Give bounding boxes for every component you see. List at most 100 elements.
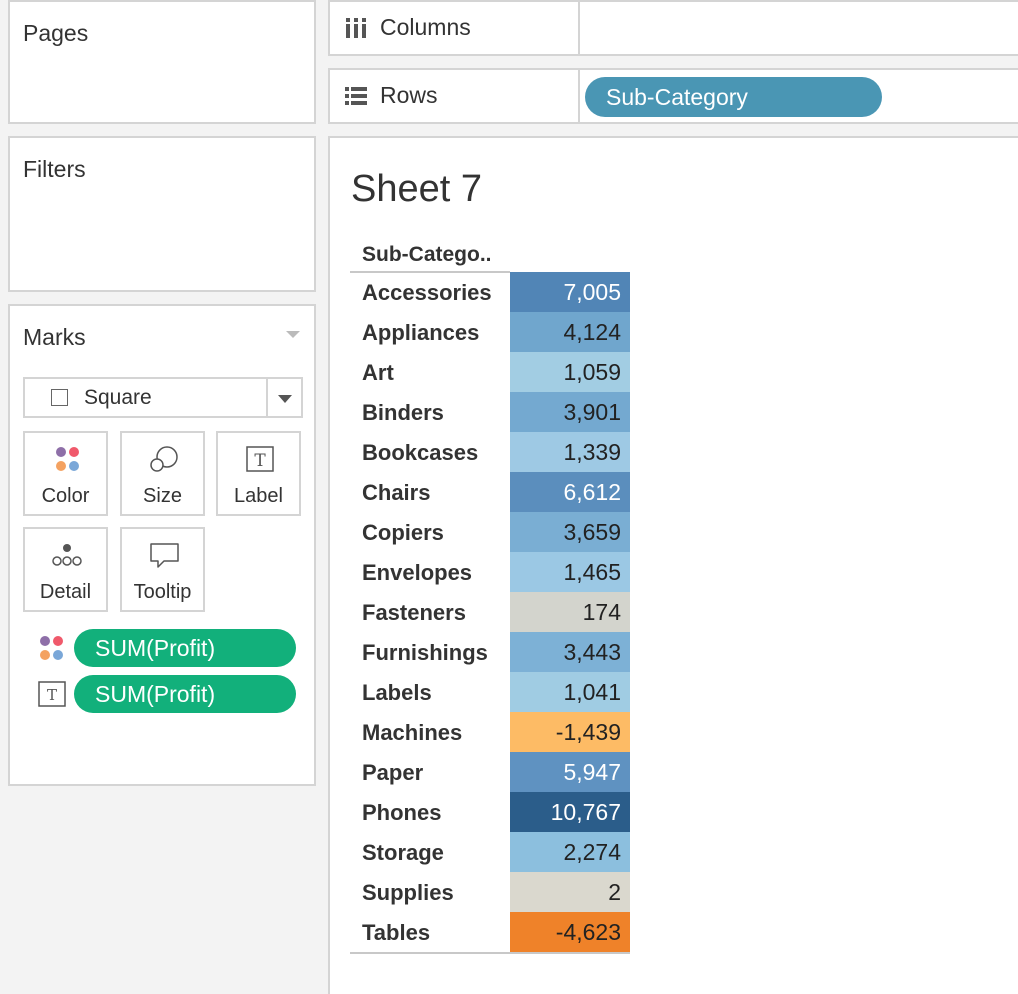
row-header[interactable]: Phones xyxy=(362,800,441,826)
row-header[interactable]: Furnishings xyxy=(362,640,488,666)
tooltip-label: Tooltip xyxy=(133,581,192,603)
color-label: Color xyxy=(41,485,90,507)
row-header[interactable]: Paper xyxy=(362,760,423,786)
size-icon xyxy=(150,446,178,472)
value-cell[interactable]: 174 xyxy=(510,592,630,632)
row-header[interactable]: Bookcases xyxy=(362,440,478,466)
value-cell[interactable]: 2 xyxy=(510,872,630,912)
filters-card[interactable]: Filters xyxy=(8,136,316,292)
detail-icon xyxy=(52,544,82,566)
row-header[interactable]: Chairs xyxy=(362,480,430,506)
table-row: Paper 5,947 xyxy=(350,752,630,792)
filters-title: Filters xyxy=(23,156,86,182)
value-cell[interactable]: 1,041 xyxy=(510,672,630,712)
text-label-icon: T xyxy=(246,446,274,472)
columns-label: Columns xyxy=(380,14,471,40)
value-cell[interactable]: -1,439 xyxy=(510,712,630,752)
row-header[interactable]: Storage xyxy=(362,840,444,866)
marks-menu-caret-icon[interactable] xyxy=(286,331,300,338)
value-cell[interactable]: 6,612 xyxy=(510,472,630,512)
columns-icon xyxy=(346,18,366,38)
table-row: Copiers 3,659 xyxy=(350,512,630,552)
row-header[interactable]: Fasteners xyxy=(362,600,466,626)
table-bottom-rule xyxy=(350,952,630,954)
value-cell[interactable]: -4,623 xyxy=(510,912,630,952)
text-table: Accessories 7,005 Appliances 4,124 Art 1,059 B… xyxy=(350,272,630,952)
viz-canvas: Sheet 7 Sub-Catego.. Accessories 7,005 App… xyxy=(328,136,1018,994)
rows-label: Rows xyxy=(380,82,438,108)
svg-text:T: T xyxy=(47,686,57,704)
row-header[interactable]: Tables xyxy=(362,920,430,946)
sheet-title: Sheet 7 xyxy=(351,168,482,210)
sub-category-header: Sub-Catego.. xyxy=(362,243,492,266)
table-row: Fasteners 174 xyxy=(350,592,630,632)
row-header[interactable]: Accessories xyxy=(362,280,492,306)
value-cell[interactable]: 3,659 xyxy=(510,512,630,552)
text-label-icon: T xyxy=(38,681,66,707)
table-row: Supplies 2 xyxy=(350,872,630,912)
table-row: Chairs 6,612 xyxy=(350,472,630,512)
table-row: Appliances 4,124 xyxy=(350,312,630,352)
pages-title: Pages xyxy=(23,20,89,46)
size-button[interactable]: Size xyxy=(120,431,205,516)
color-icon xyxy=(56,447,79,471)
row-header[interactable]: Supplies xyxy=(362,880,454,906)
value-cell[interactable]: 2,274 xyxy=(510,832,630,872)
value-cell[interactable]: 1,339 xyxy=(510,432,630,472)
square-icon xyxy=(51,389,68,406)
detail-button[interactable]: Detail xyxy=(23,527,108,612)
detail-label: Detail xyxy=(39,581,92,603)
pages-card[interactable]: Pages xyxy=(8,0,316,124)
value-cell[interactable]: 10,767 xyxy=(510,792,630,832)
value-cell[interactable]: 3,443 xyxy=(510,632,630,672)
table-row: Accessories 7,005 xyxy=(350,272,630,312)
tooltip-icon xyxy=(150,543,179,568)
marks-card: Marks Square Color Size T Label Detail T… xyxy=(8,304,316,786)
shelf-divider xyxy=(578,2,580,54)
label-button[interactable]: T Label xyxy=(216,431,301,516)
size-label: Size xyxy=(143,485,182,507)
label-label: Label xyxy=(234,485,283,507)
table-header[interactable]: Sub-Catego.. xyxy=(350,240,510,273)
color-measure-pill[interactable]: SUM(Profit) xyxy=(74,629,296,667)
sub-category-pill[interactable]: Sub-Category xyxy=(585,77,882,117)
tooltip-button[interactable]: Tooltip xyxy=(120,527,205,612)
table-row: Envelopes 1,465 xyxy=(350,552,630,592)
row-header[interactable]: Art xyxy=(362,360,394,386)
row-header[interactable]: Copiers xyxy=(362,520,444,546)
value-cell[interactable]: 1,465 xyxy=(510,552,630,592)
svg-text:T: T xyxy=(254,451,266,471)
chevron-down-icon[interactable] xyxy=(278,395,292,403)
value-cell[interactable]: 1,059 xyxy=(510,352,630,392)
shelf-divider xyxy=(578,70,580,122)
dropdown-divider xyxy=(266,379,268,416)
color-icon xyxy=(40,636,63,660)
color-encoding-row: SUM(Profit) xyxy=(38,629,300,667)
row-header[interactable]: Binders xyxy=(362,400,444,426)
mark-type-label: Square xyxy=(84,386,152,409)
row-header[interactable]: Machines xyxy=(362,720,462,746)
table-row: Art 1,059 xyxy=(350,352,630,392)
row-header[interactable]: Envelopes xyxy=(362,560,472,586)
mark-type-dropdown[interactable]: Square xyxy=(23,377,303,418)
rows-icon xyxy=(345,87,367,105)
value-cell[interactable]: 5,947 xyxy=(510,752,630,792)
columns-shelf[interactable]: Columns xyxy=(328,0,1018,56)
value-cell[interactable]: 3,901 xyxy=(510,392,630,432)
color-button[interactable]: Color xyxy=(23,431,108,516)
table-row: Phones 10,767 xyxy=(350,792,630,832)
row-header[interactable]: Labels xyxy=(362,680,432,706)
table-row: Furnishings 3,443 xyxy=(350,632,630,672)
table-row: Binders 3,901 xyxy=(350,392,630,432)
marks-title: Marks xyxy=(23,324,86,350)
label-encoding-row: T SUM(Profit) xyxy=(38,675,300,713)
table-row: Tables -4,623 xyxy=(350,912,630,952)
table-row: Labels 1,041 xyxy=(350,672,630,712)
value-cell[interactable]: 7,005 xyxy=(510,272,630,312)
rows-shelf[interactable]: Rows Sub-Category xyxy=(328,68,1018,124)
label-measure-pill[interactable]: SUM(Profit) xyxy=(74,675,296,713)
row-header[interactable]: Appliances xyxy=(362,320,479,346)
table-row: Bookcases 1,339 xyxy=(350,432,630,472)
value-cell[interactable]: 4,124 xyxy=(510,312,630,352)
table-row: Machines -1,439 xyxy=(350,712,630,752)
